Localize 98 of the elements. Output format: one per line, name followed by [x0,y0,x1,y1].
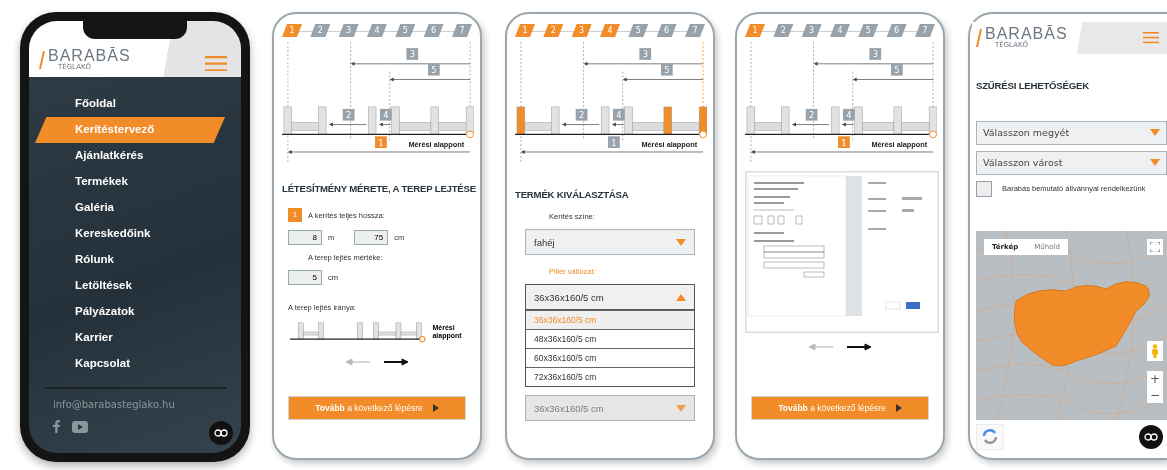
street-view-icon[interactable] [1147,340,1163,361]
menu-icon[interactable] [1143,32,1159,44]
dimension-label: 3 [406,48,419,60]
menu-item[interactable]: Karrier [35,325,225,351]
dimension-label: 4 [379,108,392,121]
next-step-button[interactable]: Tovább a következő lépésre [751,396,929,420]
dimension-label: 1 [375,136,387,149]
step-indicator[interactable]: 4 [830,24,850,37]
right-arrow-icon[interactable] [384,358,408,366]
dimension-arrow [379,122,392,127]
dimension-arrow [329,122,367,127]
menu-item[interactable]: Kereskedőink [35,221,225,247]
chat-icon[interactable] [1139,425,1163,449]
step-indicator[interactable]: 2 [310,24,331,37]
base-point-icon [699,130,707,139]
step-indicator[interactable]: 7 [684,24,705,37]
map-drawing[interactable] [976,230,1167,420]
dropdown-option[interactable]: 48x36x160/5 cm [526,329,694,348]
dimension-label: 1 [608,136,620,149]
dimension-label: 4 [612,108,625,121]
slash-logo-icon [39,50,45,69]
brand-name: BARABĀS [48,48,131,64]
step-indicator[interactable]: 5 [628,24,649,37]
menu-item[interactable]: Kapcsolat [35,351,225,377]
youtube-icon[interactable] [72,420,88,433]
recaptcha-icon [976,424,1004,450]
dimension-label: 3 [639,48,652,60]
left-arrow-icon[interactable] [346,358,370,366]
number-field[interactable]: 8 [288,230,322,245]
select-field[interactable]: Válasszon várost [976,150,1167,175]
menu-item[interactable]: Főoldal [35,91,225,117]
menu-item[interactable]: Rólunk [35,247,225,273]
menu-item[interactable]: Termékek [35,169,225,195]
email-link[interactable]: info@barabasteglako.hu [29,399,241,410]
menu-item[interactable]: Pályázatok [35,299,225,325]
step-indicator[interactable]: 7 [451,24,472,37]
step-indicator[interactable]: 4 [600,24,620,37]
dimension-label: 3 [869,48,882,60]
step-indicator[interactable]: 3 [571,24,592,37]
menu-item[interactable]: Letöltések [35,273,225,299]
caret-icon [676,238,686,246]
dimension-arrow [792,122,830,127]
caret-icon [1150,159,1160,167]
play-icon [895,404,902,412]
dimension-label: 2 [575,108,588,121]
menu-item[interactable]: Kerítéstervező [35,117,225,143]
step-indicator[interactable]: 2 [543,24,564,37]
step-indicator[interactable]: 1 [745,24,765,37]
step-indicator[interactable]: 5 [858,24,879,37]
dropdown-option[interactable]: 72x36x160/5 cm [526,367,694,386]
facebook-icon[interactable] [53,420,60,433]
base-point-icon [466,130,474,139]
dropdown-option[interactable]: 60x36x160/5 cm [526,348,694,367]
step-indicator[interactable]: 6 [886,24,907,37]
slash-logo-icon [976,28,982,47]
step-indicator[interactable]: 3 [338,24,359,37]
step-indicator[interactable]: 1 [515,24,535,37]
step-indicator[interactable]: 3 [801,24,822,37]
step-indicator[interactable]: 7 [914,24,935,37]
menu-icon[interactable] [205,55,227,71]
right-arrow-icon[interactable] [847,343,871,351]
zoom-button[interactable]: − [1147,386,1163,403]
step-indicator[interactable]: 4 [367,24,387,37]
step-indicator[interactable]: 5 [395,24,416,37]
dimension-label: 4 [842,108,855,121]
caret-icon [676,404,686,412]
play-icon [432,404,439,412]
select-field[interactable]: Válasszon megyét [976,120,1167,145]
pillar-select[interactable]: 36x36x160/5 cm [525,284,695,310]
step-indicator[interactable]: 2 [773,24,794,37]
dimension-arrow [562,122,600,127]
checkbox[interactable] [976,180,992,197]
guide-line [622,71,624,141]
caret-icon [676,293,686,301]
color-select[interactable]: fahéj [525,229,695,255]
step-indicator[interactable]: 6 [423,24,444,37]
left-arrow-icon[interactable] [809,343,833,351]
dimension-label: 2 [805,108,818,121]
dimension-arrow [612,122,625,127]
guide-line [852,71,854,141]
dropdown-option[interactable]: 36x36x160/5 cm [526,310,694,329]
menu-item[interactable]: Galéria [35,195,225,221]
section-heading: SZŰRÉSI LEHETŐSÉGEK [976,79,1090,91]
step-indicator[interactable]: 6 [656,24,677,37]
zoom-button[interactable]: + [1147,370,1163,387]
dimension-label: 1 [838,136,850,149]
next-step-button[interactable]: Tovább a következő lépésre [288,396,466,420]
base-point-icon [929,130,937,139]
number-field[interactable]: 5 [288,270,322,285]
step-indicator[interactable]: 1 [282,24,302,37]
menu-item[interactable]: Ajánlatkérés [35,143,225,169]
dimension-label: 2 [342,108,355,121]
dimension-arrow [842,122,855,127]
caret-icon [1150,129,1160,137]
chat-icon[interactable] [209,421,233,445]
guide-line [389,71,391,141]
section-heading: TERMÉK KIVÁLASZTÁSA [515,189,630,200]
number-field[interactable]: 75 [354,230,389,245]
